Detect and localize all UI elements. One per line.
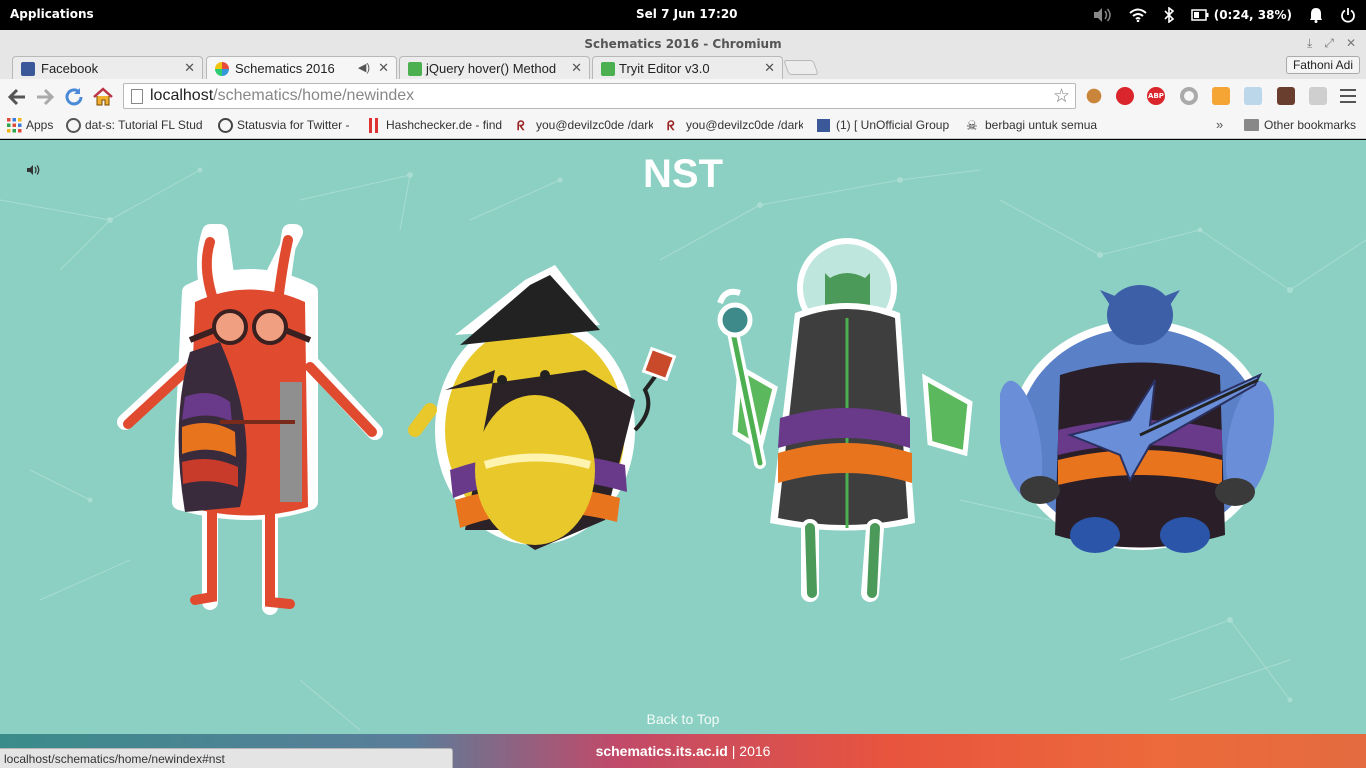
devilzc0de-icon: ᖇ [517,118,525,133]
footer-site[interactable]: schematics.its.ac.id [596,743,728,759]
page-icon [131,89,143,104]
bluetooth-icon[interactable] [1164,7,1174,23]
dat-s-icon [66,118,81,133]
window-title: Schematics 2016 - Chromium [584,37,782,51]
adblock-plus-icon[interactable]: ABP [1147,87,1165,105]
close-window-icon[interactable]: ✕ [1346,36,1356,51]
bookmark-dat-s[interactable]: dat-s: Tutorial FL Stud [66,118,202,134]
bookmark-label: Statusvia for Twitter - [237,118,350,132]
more-bookmarks-chevron-icon[interactable]: » [1216,117,1223,132]
mascot-yellow-wizard[interactable] [405,260,685,580]
bookmark-devilzc0de-1[interactable]: ᖇ you@devilzc0de /dark [517,118,653,134]
tab-label: jQuery hover() Method [426,61,557,76]
tab-strip: Facebook ✕ Schematics 2016 ◀) ✕ jQuery h… [0,55,1366,80]
url-path: /schematics/home/newindex [213,87,415,104]
facebook-icon [21,62,35,76]
schematics-icon [215,62,229,76]
bookmarks-bar: Apps dat-s: Tutorial FL Stud Statusvia f… [0,113,1366,139]
page-title: NST [643,152,723,196]
bookmark-label: you@devilzc0de /dark [536,118,653,132]
footer-year: 2016 [739,743,771,759]
system-top-bar: Applications Sel 7 Jun 17:20 (0:24, 38%) [0,0,1366,30]
battery-icon [1190,9,1209,21]
red-hand-extension-icon[interactable] [1116,87,1134,105]
forward-arrow-icon[interactable] [34,86,56,108]
url-host: localhost [150,87,214,104]
new-tab-button[interactable] [783,60,819,75]
tab-audio-icon[interactable]: ◀) [358,61,370,74]
mascot-green-astronaut[interactable] [700,238,980,608]
apps-grid-icon [7,118,22,133]
wifi-icon[interactable] [1129,8,1147,22]
tab-label: Facebook [41,61,99,76]
close-tab-icon[interactable]: ✕ [184,60,195,76]
bookmark-label: Apps [26,118,54,132]
tab-label: Tryit Editor v3.0 [619,61,710,76]
bookmark-label: Other bookmarks [1264,118,1357,132]
bookmark-label: dat-s: Tutorial FL Stud [85,118,202,132]
hashchecker-icon [369,118,378,133]
folder-icon [1244,119,1259,131]
tab-tryit-editor[interactable]: Tryit Editor v3.0 ✕ [592,56,783,80]
facebook-icon [817,119,830,132]
w3schools-icon [408,62,422,76]
notification-bell-icon[interactable] [1309,7,1323,23]
bookmark-hashchecker[interactable]: Hashchecker.de - find [367,118,503,134]
power-icon[interactable] [1340,7,1356,23]
status-bubble: localhost/schematics/home/newindex#nst [0,748,453,768]
bookmark-label: berbagi untuk semua [985,118,1098,132]
bookmark-unofficial-group[interactable]: (1) [ UnOfficial Group [817,118,953,134]
skull-icon: ☠ [966,118,978,133]
bookmark-star-icon[interactable]: ☆ [1053,85,1070,107]
image-extension-icon[interactable] [1244,87,1262,105]
bookmark-label: Hashchecker.de - find [386,118,503,132]
instagram-extension-icon[interactable] [1277,87,1295,105]
url-text[interactable]: localhost/schematics/home/newindex [150,87,414,105]
bookmark-label: you@devilzc0de /dark [686,118,803,132]
statusvia-icon [218,118,233,133]
tab-label: Schematics 2016 [235,61,335,76]
mascot-blue-guitarist[interactable] [1000,280,1280,560]
volume-icon[interactable] [1092,7,1112,23]
close-tab-icon[interactable]: ✕ [378,60,389,76]
bookmark-statusvia[interactable]: Statusvia for Twitter - [218,118,354,134]
cookie-extension-icon[interactable] [1085,87,1103,105]
reload-icon[interactable] [63,86,85,108]
applications-menu[interactable]: Applications [10,7,94,21]
window-controls: ⤓ ⤢ ✕ [1307,36,1356,51]
bookmark-label: (1) [ UnOfficial Group [836,118,950,132]
page-content: NST Back to Top [0,140,1366,734]
md-extension-icon[interactable] [1309,87,1327,105]
address-bar[interactable]: localhost/schematics/home/newindex ☆ [123,83,1076,109]
tab-jquery-hover[interactable]: jQuery hover() Method ✕ [399,56,590,80]
battery-status: (0:24, 38%) [1213,8,1292,22]
back-arrow-icon[interactable] [6,86,28,108]
bookmark-berbagi[interactable]: ☠ berbagi untuk semua [966,118,1102,134]
w3schools-icon [601,62,615,76]
bookmark-devilzc0de-2[interactable]: ᖇ you@devilzc0de /dark [667,118,803,134]
chrome-menu-icon[interactable] [1340,89,1356,107]
profile-button[interactable]: Fathoni Adi [1285,56,1360,74]
close-tab-icon[interactable]: ✕ [764,60,775,76]
system-tray[interactable]: (0:24, 38%) [1092,5,1356,25]
window-titlebar: Schematics 2016 - Chromium ⤓ ⤢ ✕ [0,30,1366,58]
close-tab-icon[interactable]: ✕ [571,60,582,76]
minimize-icon[interactable]: ⤓ [1307,36,1312,51]
devilzc0de-icon: ᖇ [667,118,675,133]
back-to-top-link[interactable]: Back to Top [0,711,1366,727]
mascot-orange-creature[interactable] [110,222,390,622]
home-icon[interactable] [92,86,114,108]
tab-facebook[interactable]: Facebook ✕ [12,56,203,80]
maximize-icon[interactable]: ⤢ [1324,36,1334,51]
system-clock[interactable]: Sel 7 Jun 17:20 [636,7,738,21]
browser-toolbar: localhost/schematics/home/newindex ☆ ABP [0,79,1366,113]
rss-extension-icon[interactable] [1212,87,1230,105]
tab-schematics[interactable]: Schematics 2016 ◀) ✕ [206,56,397,80]
circle-extension-icon[interactable] [1180,87,1198,105]
footer-separator: | [727,743,740,759]
